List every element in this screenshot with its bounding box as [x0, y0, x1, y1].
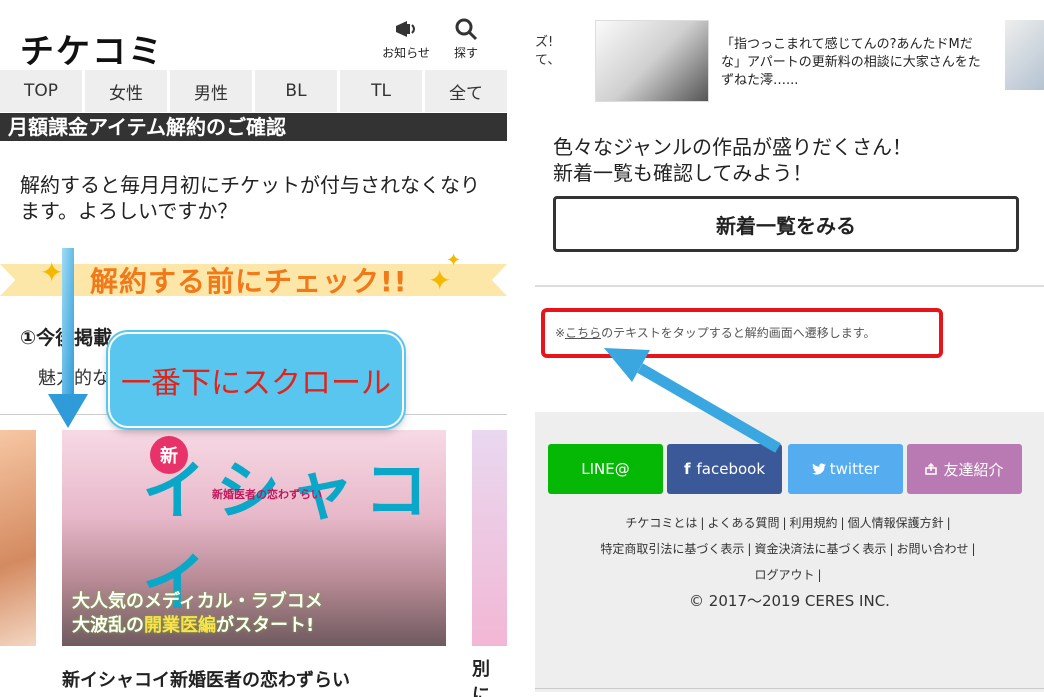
footer-links-row: ログアウト |: [754, 568, 822, 582]
line-label: LINE@: [581, 460, 630, 478]
search-icon: [455, 18, 478, 41]
footer-links: チケコミとは | よくある質問 | 利用規約 | 個人情報保護方針 | 特定商取引法に基づく表…: [535, 510, 1044, 588]
twitter-button[interactable]: twitter: [788, 444, 903, 494]
divider: [535, 688, 1044, 689]
check-item-desc: 魅力的な: [38, 368, 110, 389]
nav-item-bl[interactable]: BL: [255, 70, 337, 112]
footer-link-about[interactable]: チケコミとは: [625, 516, 697, 530]
invite-friend-label: 友達紹介: [943, 460, 1004, 479]
notice-button[interactable]: お知らせ: [378, 16, 434, 61]
cover-copy-line1: 大人気のメディカル・ラブコメ: [72, 591, 323, 612]
left-screen: チケコミ お知らせ 探す TOP 女性 男性 BL TL 全て 月額課金アイテム…: [0, 0, 507, 697]
footer-link-commerce[interactable]: 特定商取引法に基づく表示: [600, 542, 744, 556]
cover-copy-part: がスタート!: [216, 615, 315, 636]
cover-copy-part: 大波乱の: [72, 615, 144, 636]
facebook-button[interactable]: f facebook: [667, 444, 782, 494]
prev-article-text: ズ! て、: [535, 35, 561, 68]
cancel-link[interactable]: こちら: [565, 326, 601, 340]
category-nav: TOP 女性 男性 BL TL 全て: [0, 70, 507, 112]
confirm-message: 解約すると毎月月初にチケットが付与されなくなります。よろしいですか？: [20, 173, 480, 223]
invite-friend-button[interactable]: 友達紹介: [907, 444, 1022, 494]
comic-carousel: 新 イシャコイ 新婚医者の恋わずらい 大人気のメディカル・ラブコメ 大波乱の開業…: [0, 430, 507, 650]
genre-message: 色々なジャンルの作品が盛りだくさん！ 新着一覧も確認してみよう！: [553, 134, 912, 186]
genre-line-1: 色々なジャンルの作品が盛りだくさん！: [553, 135, 912, 159]
nav-item-all[interactable]: 全て: [425, 70, 507, 112]
right-screen: ズ! て、 「指つっこまれて感じてんの?あんたドMだな」アパートの更新料の相談に大…: [535, 0, 1044, 697]
cover-subtitle: 新婚医者の恋わずらい: [212, 488, 322, 501]
scroll-instruction-callout: 一番下にスクロール: [108, 332, 404, 428]
footer-link-payment[interactable]: 資金決済法に基づく表示: [754, 542, 886, 556]
footer-links-row: 特定商取引法に基づく表示 | 資金決済法に基づく表示 | お問い合わせ |: [600, 542, 976, 556]
genre-line-2: 新着一覧も確認してみよう！: [553, 161, 813, 185]
check-item-title: ①今後掲載: [20, 327, 113, 349]
article-thumbnail[interactable]: [595, 20, 709, 102]
sparkle-icon: ✦: [446, 250, 462, 271]
footer-link-terms[interactable]: 利用規約: [790, 516, 838, 530]
comic-cover-next[interactable]: [472, 430, 507, 646]
line-button[interactable]: LINE@: [548, 444, 663, 494]
twitter-label: twitter: [829, 460, 880, 478]
panel-gap: [507, 0, 535, 697]
search-label: 探す: [453, 46, 478, 60]
cover-copy-line2: 大波乱の開業医編がスタート!: [72, 614, 323, 638]
nav-item-female[interactable]: 女性: [85, 70, 167, 112]
footer-link-faq[interactable]: よくある質問: [707, 516, 779, 530]
comic-title[interactable]: 新イシャコイ新婚医者の恋わずらい: [62, 666, 350, 692]
footer-links-row: チケコミとは | よくある質問 | 利用規約 | 個人情報保護方針 |: [625, 516, 951, 530]
facebook-icon: f: [683, 460, 691, 478]
sparkle-icon: ✦: [40, 256, 64, 289]
check-banner-text: 解約する前にチェック!!: [90, 265, 408, 298]
nav-item-tl[interactable]: TL: [340, 70, 422, 112]
footer-link-contact[interactable]: お問い合わせ: [897, 542, 969, 556]
cover-copy-highlight: 開業医編: [144, 615, 216, 636]
site-logo[interactable]: チケコミ: [20, 24, 164, 73]
header: チケコミ お知らせ 探す: [0, 0, 507, 73]
copyright: © 2017〜2019 CERES INC.: [689, 592, 890, 610]
article-excerpt[interactable]: 「指つっこまれて感じてんの?あんたドMだな」アパートの更新料の相談に大家さんをた…: [721, 36, 983, 90]
nav-item-male[interactable]: 男性: [170, 70, 252, 112]
twitter-icon: [811, 463, 826, 475]
cover-copy: 大人気のメディカル・ラブコメ 大波乱の開業医編がスタート!: [72, 590, 323, 638]
divider: [535, 285, 1044, 287]
page-title: 月額課金アイテム解約のご確認: [0, 113, 507, 141]
footer-link-privacy[interactable]: 個人情報保護方針: [848, 516, 944, 530]
comic-cover-main[interactable]: 新 イシャコイ 新婚医者の恋わずらい 大人気のメディカル・ラブコメ 大波乱の開業…: [62, 430, 446, 646]
next-comic-title[interactable]: 別に: [472, 655, 507, 697]
notice-label: お知らせ: [382, 46, 430, 60]
footer-link-logout[interactable]: ログアウト: [754, 568, 814, 582]
share-icon: [925, 463, 938, 475]
next-article-thumbnail[interactable]: [1005, 20, 1044, 90]
cancel-notice: ※こちらのテキストをタップすると解約画面へ遷移します。: [555, 324, 876, 341]
check-banner: ✦ ✦ ✦ 解約する前にチェック!!: [0, 250, 507, 302]
comic-cover-prev[interactable]: [0, 430, 36, 646]
cancel-suffix: のテキストをタップすると解約画面へ遷移します。: [601, 326, 876, 340]
nav-item-top[interactable]: TOP: [0, 70, 82, 112]
megaphone-icon: [396, 21, 415, 37]
search-button[interactable]: 探す: [438, 16, 494, 61]
cancel-prefix: ※: [555, 326, 566, 340]
new-list-button[interactable]: 新着一覧をみる: [553, 196, 1019, 252]
facebook-label: facebook: [696, 460, 766, 478]
